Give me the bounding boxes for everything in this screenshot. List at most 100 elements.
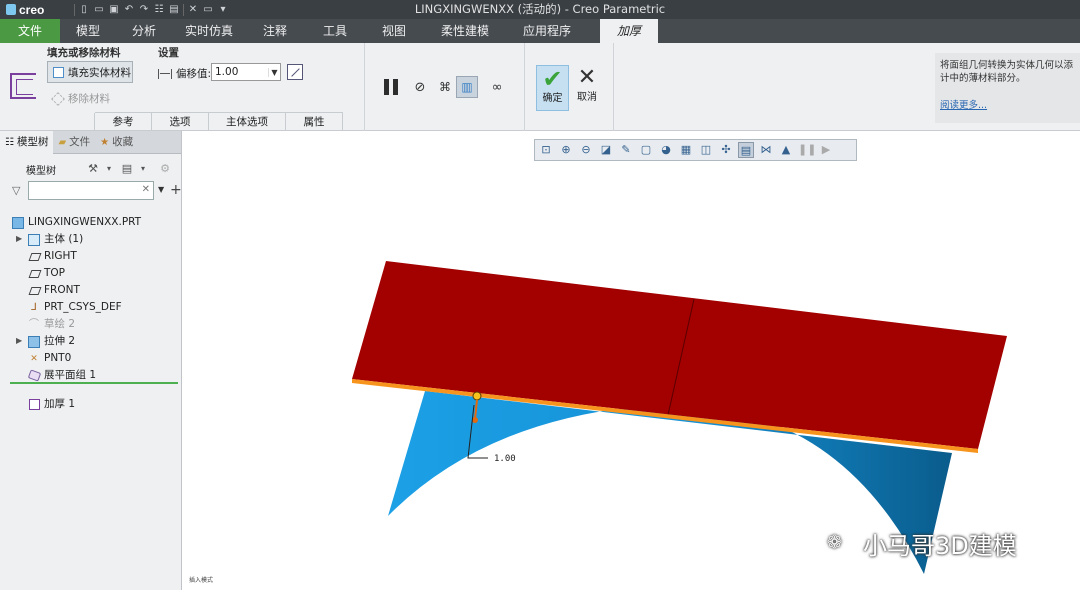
tab-model[interactable]: 模型 [60,19,116,43]
window-icon[interactable]: ▭ [202,4,214,16]
no-preview-icon[interactable]: ⊘ [412,77,428,97]
tab-tools[interactable]: 工具 [304,19,366,43]
offset-value-input[interactable]: 1.00 ▼ [211,63,281,81]
expand-arrow-icon[interactable]: ▶ [16,336,24,345]
creo-logo-text: creo [19,2,45,17]
tree-item-sketch[interactable]: ⌒ 草绘 2 [28,316,75,333]
tree-settings-icon[interactable]: ⚒ [86,162,100,176]
undo-icon[interactable]: ↶ [123,4,135,16]
close-window-icon[interactable]: ✕ [187,4,199,16]
tab-live-simulation[interactable]: 实时仿真 [172,19,246,43]
model-tree-label: 模型树 [26,165,56,177]
verify-glasses-icon[interactable]: ∞ [485,77,509,97]
read-more-link[interactable]: 阅读更多... [940,99,1075,112]
filter-icon[interactable]: ▽ [12,184,20,197]
help-text: 将面组几何转换为实体几何以添计中的薄材料部分。 [940,60,1074,84]
favorites-icon: ★ [100,137,110,148]
pause-icon[interactable] [381,77,401,97]
tab-view[interactable]: 视图 [366,19,422,43]
redo-icon[interactable]: ↷ [138,4,150,16]
separator [613,43,614,131]
geometry-preview-icon[interactable]: ⌘ [435,77,455,97]
tree-item-right[interactable]: RIGHT [28,248,77,265]
show-icon[interactable]: ▤ [120,162,134,176]
feature-preview-icon[interactable]: ▥ [456,76,478,98]
insert-indicator[interactable] [10,382,178,384]
tree-item-point[interactable]: ✕ PNT0 [28,350,71,367]
tab-annotate[interactable]: 注释 [246,19,304,43]
tree-item-body[interactable]: 主体 (1) [28,231,83,248]
tab-references[interactable]: 参考 [94,113,152,132]
tree-item-top[interactable]: TOP [28,265,65,282]
offset-drag-handle[interactable] [472,391,482,401]
part-icon [12,216,24,229]
tree-item-label: 加厚 1 [44,398,76,410]
datum-plane-icon [28,269,42,278]
tree-item-part[interactable]: LINGXINGWENXX.PRT [12,214,141,231]
tab-options[interactable]: 选项 [151,113,209,132]
tree-item-front[interactable]: FRONT [28,282,80,299]
model-tree-toolbar: 模型树 ⚒ ▾ ▤ ▾ ⚙ [0,158,181,180]
open-file-icon[interactable]: ▭ [93,4,105,16]
tab-model-tree[interactable]: ☷ 模型树 [0,131,54,154]
tree-item-extrude[interactable]: 拉伸 2 [28,333,75,350]
datum-plane-icon [28,252,42,261]
navigator-panel: ☷ 模型树 ▰ 文件 ★ 收藏 模型树 ⚒ ▾ ▤ ▾ ⚙ ▽ ✕ ▼ + LI… [0,131,182,590]
tab-thicken[interactable]: 加厚 [600,19,658,43]
navigator-tabs: ☷ 模型树 ▰ 文件 ★ 收藏 [0,131,181,154]
tab-properties[interactable]: 属性 [285,113,343,132]
tab-file[interactable]: 文件 [0,19,60,43]
tab-favorites[interactable]: ★ 收藏 [95,131,138,154]
tab-applications[interactable]: 应用程序 [508,19,586,43]
sketch-icon: ⌒ [29,318,39,330]
remove-material-button[interactable]: 移除材料 [51,91,110,106]
new-file-icon[interactable]: ▯ [78,4,90,16]
expand-arrow-icon[interactable]: ▶ [16,234,24,243]
title-bar: creo ▯ ▭ ▣ ↶ ↷ ☷ ▤ ✕ ▭ ▾ LINGXINGWENXX (… [0,0,1080,19]
tree-item-label: PRT_CSYS_DEF [44,301,122,313]
fill-solid-label: 填充实体材料 [68,66,131,79]
tree-item-label: PNT0 [44,352,72,364]
ok-button[interactable]: ✔ 确定 [536,65,569,111]
tab-analysis[interactable]: 分析 [116,19,172,43]
save-icon[interactable]: ▣ [108,4,120,16]
chevron-down-icon[interactable]: ▼ [268,67,280,77]
tab-flexible-modeling[interactable]: 柔性建模 [422,19,508,43]
regenerate-icon[interactable]: ☷ [153,4,165,16]
filter-settings-icon[interactable]: ⚙ [158,162,172,176]
tree-item-csys[interactable]: ⅃ PRT_CSYS_DEF [28,299,122,316]
graphics-window[interactable]: ⊡ ⊕ ⊖ ◪ ✎ ▢ ◕ ▦ ◫ ✣ ▤ ⋈ ▲ ❚❚ ▶ 1.00 ❁ 小马… [182,131,1080,590]
clear-search-icon[interactable]: ✕ [142,184,150,195]
offset-dimension-label[interactable]: 1.00 [494,454,516,464]
tree-item-thicken[interactable]: 加厚 1 [29,396,75,413]
windows-icon[interactable]: ▤ [168,4,180,16]
tab-model-tree-label: 模型树 [16,136,49,148]
tab-favorites-label: 收藏 [112,136,134,148]
chevron-down-icon[interactable]: ▼ [158,185,164,194]
separator [524,43,525,131]
folder-icon: ▰ [58,137,67,148]
separator [364,43,365,131]
creo-logo-icon [6,4,16,15]
watermark: ❁ 小马哥3D建模 [827,526,1017,561]
wechat-icon: ❁ [827,531,843,553]
customize-dropdown-icon[interactable]: ▾ [217,4,229,16]
tree-search-input[interactable]: ✕ [28,181,154,200]
tree-item-label: 拉伸 2 [44,335,76,347]
tab-body-options[interactable]: 主体选项 [208,113,286,132]
separator [74,3,75,16]
offset-label: 偏移值: [158,66,211,81]
add-icon[interactable]: + [170,181,182,199]
fill-solid-button[interactable]: 填充实体材料 [47,61,133,83]
chevron-down-icon[interactable]: ▾ [136,162,150,176]
chevron-down-icon[interactable]: ▾ [102,162,116,176]
ribbon-tab-bar: 文件 模型 分析 实时仿真 注释 工具 视图 柔性建模 应用程序 加厚 [0,19,1080,43]
csys-icon: ⅃ [31,301,37,313]
flip-direction-button[interactable] [287,64,303,80]
cancel-button[interactable]: ✕ 取消 [572,65,602,111]
remove-material-label: 移除材料 [68,93,110,105]
tree-item-label: 主体 (1) [44,233,84,245]
tab-files[interactable]: ▰ 文件 [53,131,95,154]
thicken-icon [29,399,40,410]
body-icon [28,233,40,246]
